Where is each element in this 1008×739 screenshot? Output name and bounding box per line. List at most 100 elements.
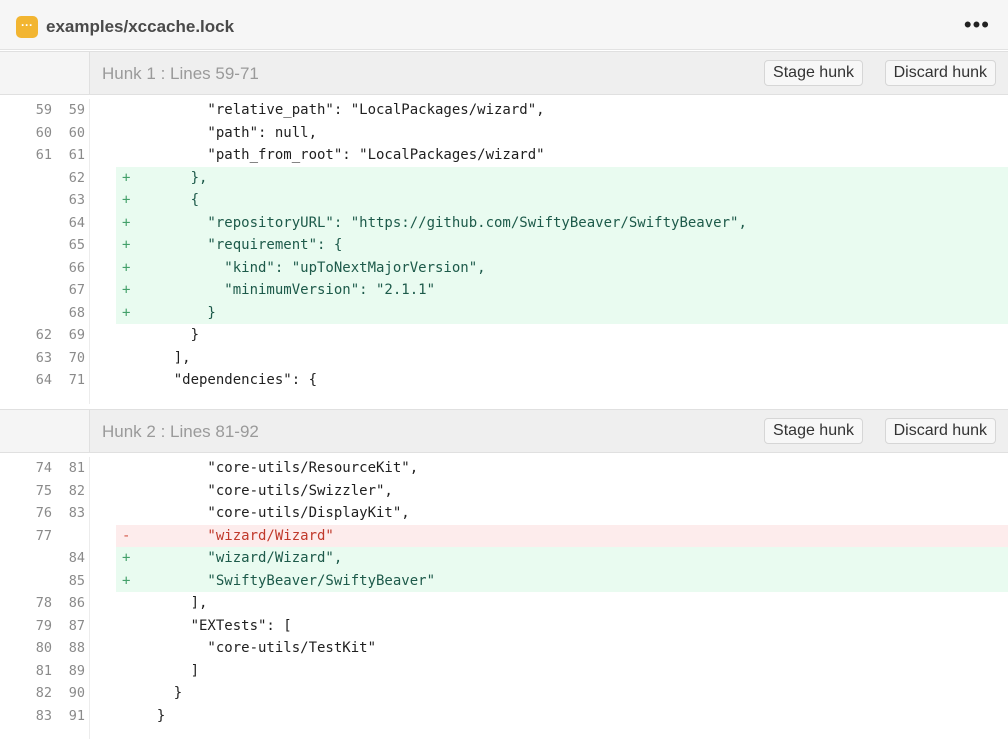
context-line[interactable]: 80 88 "core-utils/TestKit" [0, 637, 1008, 660]
context-line[interactable]: 64 71 "dependencies": { [0, 369, 1008, 392]
code-text: "repositoryURL": "https://github.com/Swi… [140, 214, 747, 231]
new-line-number: 84 [68, 550, 85, 566]
new-line-number: 64 [68, 214, 85, 231]
new-line-number: 87 [68, 617, 85, 634]
new-line-number: 69 [68, 327, 85, 343]
added-line[interactable]: 67 + "minimumVersion": "2.1.1" [0, 279, 1008, 302]
old-line-number: 59 [35, 102, 52, 118]
old-line-number: 77 [35, 527, 52, 544]
line-highlight [116, 660, 1008, 683]
code-text: } [140, 707, 166, 724]
file-icon: ··· [16, 16, 38, 38]
code-text: "path": null, [140, 124, 318, 141]
discard-hunk-button[interactable]: Discard hunk [884, 418, 996, 444]
code-text: "core-utils/ResourceKit", [140, 460, 419, 476]
context-line[interactable]: 62 69 } [0, 324, 1008, 347]
line-highlight [116, 301, 1008, 324]
added-line[interactable]: 65 + "requirement": { [0, 234, 1008, 257]
old-line-number: 62 [35, 327, 52, 343]
hunk-header: Hunk 2 : Lines 81-92 Stage hunk Discard hu… [0, 409, 1008, 453]
new-line-number: 85 [68, 572, 85, 589]
new-line-number: 68 [68, 304, 85, 321]
code-text: "wizard/Wizard", [140, 550, 343, 566]
removed-line[interactable]: 77 - "wizard/Wizard" [0, 524, 1008, 547]
old-line-number: 80 [35, 640, 52, 656]
code-text: "minimumVersion": "2.1.1" [140, 282, 436, 298]
code-text: "relative_path": "LocalPackages/wizard", [140, 102, 545, 118]
hunk-gutter [0, 410, 90, 452]
old-line-number: 75 [35, 482, 52, 499]
new-line-number: 62 [68, 169, 85, 186]
code-text: "dependencies": { [140, 372, 318, 388]
added-line[interactable]: 85 + "SwiftyBeaver/SwiftyBeaver" [0, 569, 1008, 592]
new-line-number: 83 [68, 505, 85, 521]
file-header: ··· examples/xccache.lock ••• [0, 0, 1008, 50]
diff-sign: + [122, 214, 131, 231]
old-line-number: 60 [35, 124, 52, 141]
line-highlight [116, 682, 1008, 705]
added-line[interactable]: 63 + { [0, 189, 1008, 212]
diff-sign: - [122, 527, 131, 544]
context-line[interactable]: 76 83 "core-utils/DisplayKit", [0, 502, 1008, 525]
more-options-icon[interactable]: ••• [964, 10, 990, 40]
code-text: ] [140, 662, 200, 679]
new-line-number: 91 [68, 707, 85, 724]
code-text: "core-utils/TestKit" [140, 640, 377, 656]
new-line-number: 66 [68, 259, 85, 276]
hunk-gutter [0, 52, 90, 94]
context-line[interactable]: 79 87 "EXTests": [ [0, 615, 1008, 638]
added-line[interactable]: 66 + "kind": "upToNextMajorVersion", [0, 256, 1008, 279]
diff-sign: + [122, 550, 131, 566]
new-line-number: 71 [68, 372, 85, 388]
new-line-number: 81 [68, 460, 85, 476]
code-text: { [140, 192, 200, 208]
code-text: "requirement": { [140, 237, 343, 253]
file-name[interactable]: examples/xccache.lock [46, 16, 234, 38]
code-text: "core-utils/DisplayKit", [140, 505, 410, 521]
added-line[interactable]: 64 + "repositoryURL": "https://github.com… [0, 211, 1008, 234]
new-line-number: 86 [68, 595, 85, 611]
new-line-number: 90 [68, 685, 85, 701]
context-line[interactable]: 74 81 "core-utils/ResourceKit", [0, 457, 1008, 480]
context-line[interactable]: 63 70 ], [0, 347, 1008, 370]
context-line[interactable]: 61 61 "path_from_root": "LocalPackages/wi… [0, 144, 1008, 167]
discard-hunk-button[interactable]: Discard hunk [884, 60, 996, 86]
old-line-number: 81 [35, 662, 52, 679]
diff-sign: + [122, 572, 131, 589]
code-text: }, [140, 169, 208, 186]
diff-sign: + [122, 169, 131, 186]
context-line[interactable]: 83 91 } [0, 705, 1008, 728]
new-line-number: 60 [68, 124, 85, 141]
hunk-body: 74 81 "core-utils/ResourceKit", 75 82 "core… [0, 457, 1008, 739]
context-line[interactable]: 78 86 ], [0, 592, 1008, 615]
code-text: "EXTests": [ [140, 617, 292, 634]
code-text: "path_from_root": "LocalPackages/wizard" [140, 147, 545, 163]
context-line[interactable]: 59 59 "relative_path": "LocalPackages/wiz… [0, 99, 1008, 122]
code-text: } [140, 685, 183, 701]
code-text: } [140, 304, 216, 321]
hunk-body: 59 59 "relative_path": "LocalPackages/wiz… [0, 99, 1008, 404]
new-line-number: 61 [68, 147, 85, 163]
code-text: "core-utils/Swizzler", [140, 482, 393, 499]
old-line-number: 61 [35, 147, 52, 163]
context-line[interactable]: 75 82 "core-utils/Swizzler", [0, 480, 1008, 503]
line-highlight [116, 592, 1008, 615]
added-line[interactable]: 62 + }, [0, 166, 1008, 189]
stage-hunk-button[interactable]: Stage hunk [764, 60, 863, 86]
old-line-number: 74 [35, 460, 52, 476]
added-line[interactable]: 68 + } [0, 301, 1008, 324]
code-text: ], [140, 349, 191, 366]
old-line-number: 79 [35, 617, 52, 634]
stage-hunk-button[interactable]: Stage hunk [764, 418, 863, 444]
context-line[interactable]: 60 60 "path": null, [0, 122, 1008, 145]
added-line[interactable]: 84 + "wizard/Wizard", [0, 547, 1008, 570]
line-highlight [116, 189, 1008, 212]
line-highlight [116, 705, 1008, 728]
hunk-title: Hunk 1 : Lines 59-71 [102, 64, 259, 83]
new-line-number: 67 [68, 282, 85, 298]
new-line-number: 65 [68, 237, 85, 253]
context-line[interactable]: 81 89 ] [0, 660, 1008, 683]
diff-sign: + [122, 237, 131, 253]
line-highlight [116, 324, 1008, 347]
context-line[interactable]: 82 90 } [0, 682, 1008, 705]
